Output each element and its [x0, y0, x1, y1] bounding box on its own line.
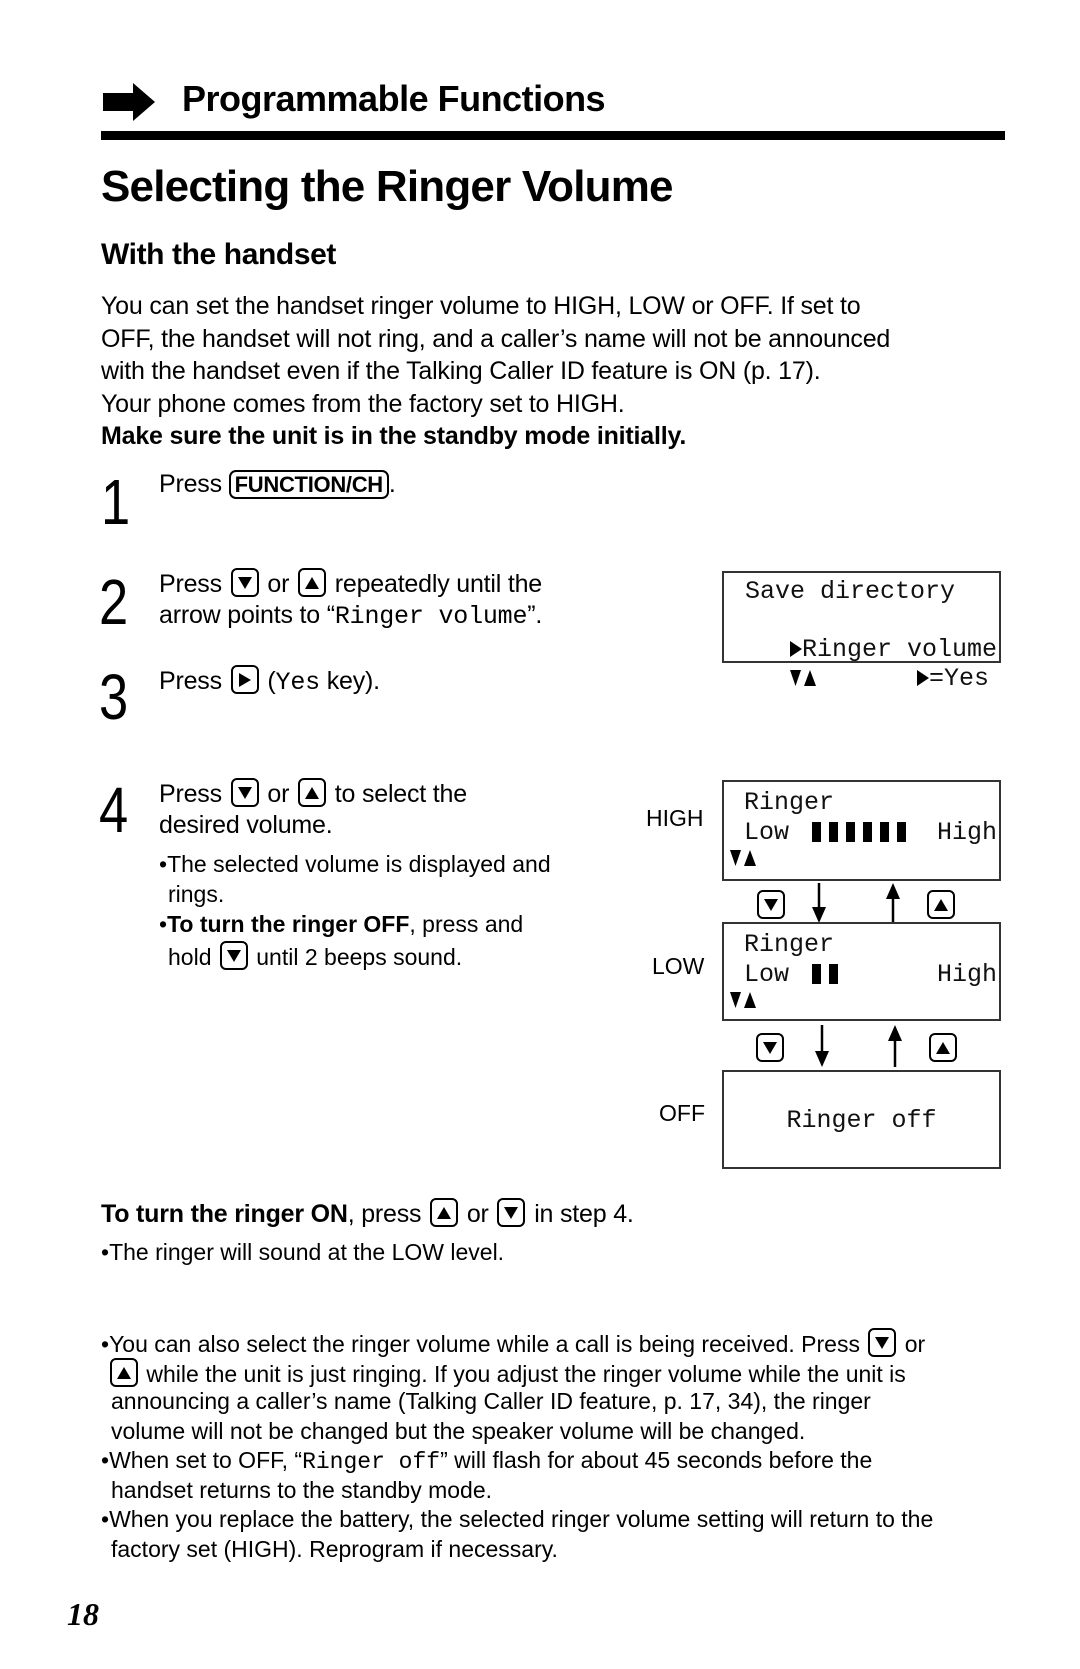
section-title: Programmable Functions	[182, 78, 606, 119]
lcd-off-text: Ringer off	[786, 1106, 937, 1135]
step-2-number: 2	[99, 566, 129, 638]
note-3-line-1: •When you replace the battery, the selec…	[101, 1506, 934, 1532]
right-key-icon	[230, 665, 259, 694]
step-4-bullet-2-cont: hold until 2 beeps sound.	[168, 941, 462, 971]
up-key-icon	[298, 568, 326, 597]
step-4-bullet-1-cont: rings.	[168, 881, 225, 907]
header-rule	[101, 131, 1005, 140]
up-key-icon	[110, 1358, 138, 1387]
up-key-icon	[927, 890, 955, 919]
lcd-high-line-2: Low	[744, 818, 790, 847]
down-up-icon	[730, 992, 758, 1013]
function-ch-key: FUNCTION/CH	[228, 470, 389, 499]
down-key-icon	[230, 568, 259, 597]
page-title: Selecting the Ringer Volume	[101, 162, 674, 211]
lcd-high-display: Ringer Low High	[722, 780, 1001, 881]
lcd-high-line-1: Ringer	[744, 788, 835, 817]
transition-row-1	[722, 881, 1001, 923]
volume-bar	[812, 822, 821, 842]
note-2-line-2: handset returns to the standby mode.	[111, 1477, 493, 1503]
ringer-on-bullet: •The ringer will sound at the LOW level.	[101, 1239, 505, 1265]
up-arrow-icon	[888, 1025, 902, 1067]
down-up-icon	[730, 850, 758, 871]
volume-bar	[812, 964, 821, 984]
step-1-number: 1	[101, 466, 131, 538]
label-high: HIGH	[646, 805, 704, 831]
volume-bar	[829, 822, 838, 842]
step-3-number: 3	[99, 661, 129, 733]
step-4-line-2: desired volume.	[159, 811, 333, 839]
volume-bar	[829, 964, 838, 984]
lcd-menu-line-1: Save directory	[730, 577, 956, 606]
down-key-icon	[230, 778, 259, 807]
down-up-icon	[790, 670, 817, 686]
down-arrow-icon	[815, 1025, 829, 1067]
lcd-low-display: Ringer Low High	[722, 922, 1001, 1021]
down-arrow-icon	[812, 883, 826, 923]
note-1-line-4: volume will not be changed but the speak…	[111, 1418, 806, 1444]
step-1-text: Press FUNCTION/CH.	[159, 470, 396, 499]
lcd-low-label: High	[936, 960, 997, 989]
label-low: LOW	[652, 953, 705, 979]
volume-bar	[897, 822, 906, 842]
right-arrow-icon	[103, 83, 157, 126]
down-key-icon	[757, 890, 785, 919]
volume-bar	[863, 822, 872, 842]
up-key-icon	[298, 778, 326, 807]
up-key-icon	[430, 1198, 459, 1227]
step-4-line-1: Press or to select the	[159, 778, 467, 808]
lcd-low-line-1: Ringer	[744, 930, 835, 959]
down-key-icon	[219, 941, 248, 970]
intro-line-1: You can set the handset ringer volume to…	[101, 292, 861, 320]
step-4-bullet-1: •The selected volume is displayed and	[159, 851, 551, 877]
step-4-number: 4	[99, 774, 129, 846]
up-key-icon	[929, 1033, 957, 1062]
subheading: With the handset	[101, 238, 336, 271]
lcd-off-display: Ringer off	[722, 1070, 1001, 1169]
down-key-icon	[497, 1198, 526, 1227]
down-key-icon	[868, 1328, 897, 1357]
volume-level-bars	[812, 822, 914, 845]
volume-bar	[880, 822, 889, 842]
step-4-bullet-2: •To turn the ringer OFF, press and	[159, 911, 524, 937]
right-arrow-icon	[916, 670, 929, 686]
intro-line-4: Your phone comes from the factory set to…	[101, 390, 625, 418]
intro-line-3: with the handset even if the Talking Cal…	[101, 357, 821, 385]
note-2-line-1: •When set to OFF, “Ringer off” will flas…	[101, 1447, 873, 1475]
volume-bar	[846, 822, 855, 842]
note-1-line-2: while the unit is just ringing. If you a…	[110, 1358, 906, 1388]
lcd-high-label: High	[936, 818, 997, 847]
standby-note: Make sure the unit is in the standby mod…	[101, 422, 687, 450]
ringer-on-instruction: To turn the ringer ON, press or in step …	[101, 1198, 634, 1228]
step-3-text: Press (Yes key).	[159, 665, 380, 697]
page-number: 18	[67, 1596, 99, 1632]
label-off: OFF	[659, 1100, 705, 1126]
step-2-line-1: Press or repeatedly until the	[159, 568, 543, 598]
volume-level-bars	[812, 964, 846, 987]
note-1-line-3: announcing a caller’s name (Talking Call…	[111, 1388, 871, 1414]
up-arrow-icon	[886, 883, 900, 923]
intro-line-2: OFF, the handset will not ring, and a ca…	[101, 325, 891, 353]
note-3-line-2: factory set (HIGH). Reprogram if necessa…	[111, 1536, 558, 1562]
transition-row-2	[722, 1021, 1001, 1071]
note-1-line-1: •You can also select the ringer volume w…	[101, 1328, 925, 1358]
step-2-line-2: arrow points to “Ringer volume”.	[159, 601, 543, 631]
lcd-menu-display: Save directory Ringer volume =Yes	[722, 571, 1001, 693]
down-key-icon	[756, 1033, 784, 1062]
lcd-low-line-2: Low	[744, 960, 790, 989]
